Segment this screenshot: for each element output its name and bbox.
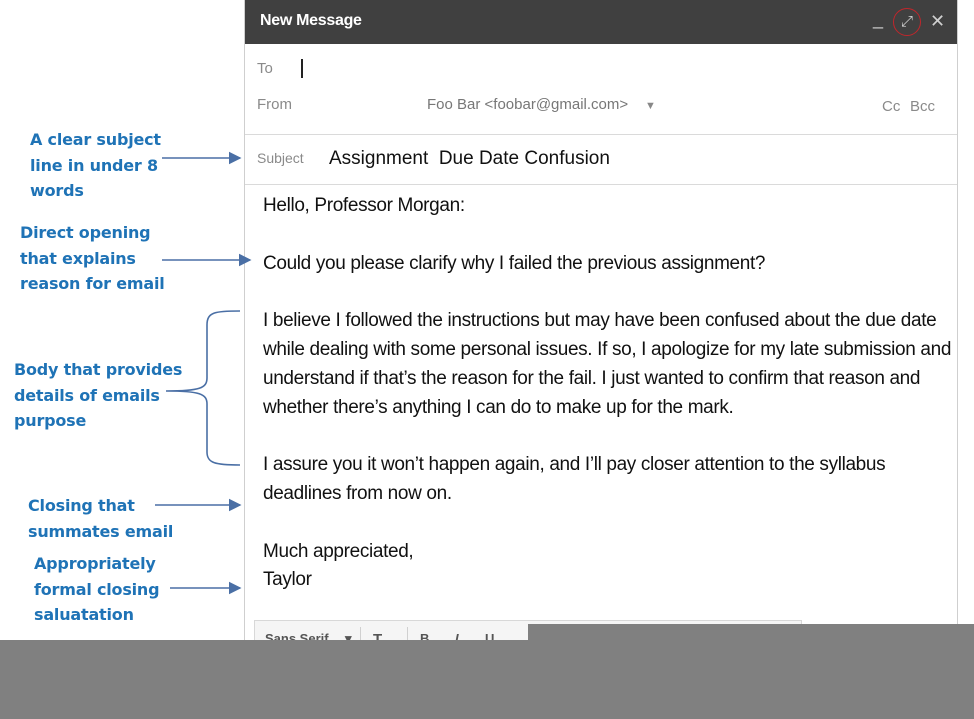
- body-signoff: Much appreciated,: [263, 540, 414, 562]
- annotation-opening: Direct opening that explains reason for …: [20, 223, 165, 293]
- minimize-icon[interactable]: _: [873, 8, 883, 30]
- to-label: To: [257, 60, 273, 77]
- annotation-closing: Closing that summates email: [28, 496, 174, 541]
- annotation-body: Body that provides details of emails pur…: [14, 360, 183, 430]
- annotation-subject: A clear subject line in under 8 words: [30, 130, 161, 200]
- body-signature: Taylor: [263, 569, 312, 591]
- from-account-select[interactable]: Foo Bar <foobar@gmail.com>: [427, 96, 628, 113]
- text-cursor: [301, 59, 303, 78]
- bcc-button[interactable]: Bcc: [910, 98, 935, 115]
- annotation-signoff: Appropriately formal closing saluatation: [34, 554, 160, 624]
- compose-titlebar: New Message _ ⤢ ✕: [245, 0, 957, 44]
- subject-input[interactable]: Assignment Due Date Confusion: [329, 148, 610, 170]
- chevron-down-icon[interactable]: ▼: [645, 100, 656, 112]
- body-closing: I assure you it won’t happen again, and …: [263, 454, 886, 504]
- maximize-icon[interactable]: ⤢: [893, 8, 921, 36]
- message-body[interactable]: Hello, Professor Morgan: Could you pleas…: [263, 192, 953, 595]
- body-opening: Could you please clarify why I failed th…: [263, 252, 766, 274]
- cc-button[interactable]: Cc: [882, 98, 900, 115]
- gray-overlay: [0, 640, 974, 719]
- divider: [245, 184, 957, 185]
- to-field[interactable]: To: [245, 52, 957, 84]
- subject-field[interactable]: Subject Assignment Due Date Confusion: [245, 135, 957, 184]
- close-icon[interactable]: ✕: [930, 10, 945, 32]
- body-greeting: Hello, Professor Morgan:: [263, 195, 465, 216]
- subject-label: Subject: [257, 150, 304, 166]
- compose-window: New Message _ ⤢ ✕ To From Foo Bar <fooba…: [244, 0, 958, 652]
- compose-title: New Message: [260, 12, 362, 29]
- from-label: From: [257, 96, 292, 113]
- from-field: From Foo Bar <foobar@gmail.com> ▼ Cc Bcc: [245, 90, 957, 122]
- body-details: I believe I followed the instructions bu…: [263, 310, 952, 418]
